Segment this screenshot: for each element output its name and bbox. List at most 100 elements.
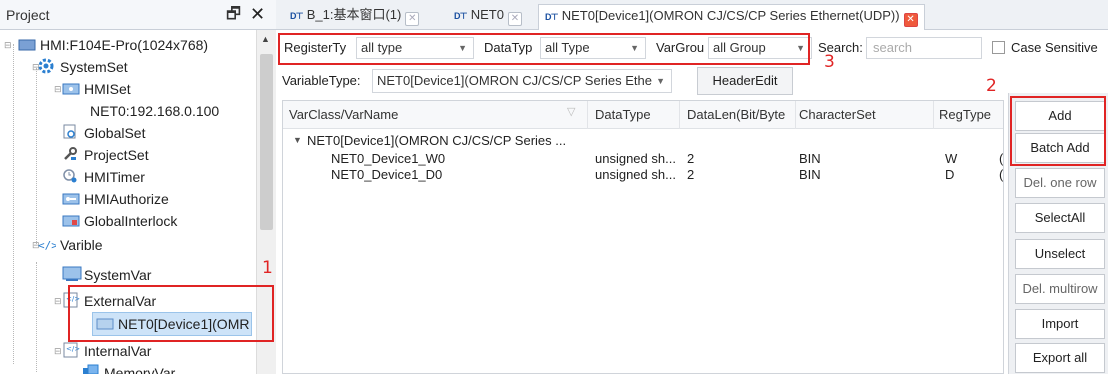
collapse-icon[interactable]: ⊟ — [54, 290, 62, 312]
column-header-datatype[interactable]: DataType — [595, 107, 651, 122]
import-button[interactable]: Import — [1015, 309, 1105, 339]
tree-item-globalinterlock[interactable]: GlobalInterlock — [62, 210, 177, 232]
column-header-varname[interactable]: VarClass/VarName — [289, 107, 398, 122]
cell-datalen: 2 — [687, 151, 695, 166]
group-row-label: NET0[Device1](OMRON CJ/CS/CP Series ... — [307, 133, 567, 148]
search-input[interactable]: search — [866, 37, 982, 59]
tree-guide-line — [36, 262, 37, 372]
tab-label: NET0[Device1](OMRON CJ/CS/CP Series Ethe… — [561, 8, 900, 23]
tree-item-label: NET0:192.168.0.100 — [90, 103, 220, 119]
tree-item-projectset[interactable]: ProjectSet — [62, 144, 149, 166]
project-panel-title: Project — [6, 7, 50, 23]
variable-type-label: VariableType: — [282, 73, 361, 88]
tree-guide-line — [13, 44, 14, 364]
grid-header: VarClass/VarName ▽ DataType DataLen(Bit/… — [283, 101, 1003, 129]
tree-item-systemset[interactable]: SystemSet — [38, 56, 128, 78]
delete-multirow-button[interactable]: Del. multirow — [1015, 274, 1105, 304]
tree-item-label: HMI:F104E-Pro(1024x768) — [40, 37, 209, 53]
tree-item-net0-ip[interactable]: NET0:192.168.0.100 — [90, 100, 219, 122]
document-tab-strip: D⊤ B_1:基本窗口(1) ✕ D⊤ NET0 ✕ D⊤ NET0[Device1](O… — [276, 0, 1108, 30]
cell-regtype: W — [945, 151, 958, 166]
delete-one-row-button[interactable]: Del. one row — [1015, 168, 1105, 198]
export-all-button[interactable]: Export all — [1015, 343, 1105, 373]
tree-item-label: Varible — [60, 237, 103, 253]
monitor-icon — [18, 36, 36, 51]
column-separator[interactable] — [587, 101, 588, 129]
tree-item-memoryvar[interactable]: MemoryVar — [82, 362, 175, 374]
gear-icon — [38, 58, 56, 74]
select-all-button[interactable]: SelectAll — [1015, 203, 1105, 233]
unselect-button[interactable]: Unselect — [1015, 239, 1105, 269]
float-panel-icon[interactable]: 🗗 — [226, 6, 244, 24]
annotation-number-2: 2 — [986, 76, 997, 96]
column-separator[interactable] — [679, 101, 680, 129]
variable-type-select[interactable]: NET0[Device1](OMRON CJ/CS/CP Series Ethe… — [372, 69, 672, 93]
tree-item-hmi-root[interactable]: HMI:F104E-Pro(1024x768) — [18, 34, 208, 56]
authorize-icon — [62, 190, 80, 205]
tab-net0[interactable]: D⊤ NET0 ✕ — [448, 4, 528, 28]
close-icon[interactable]: ✕ — [250, 5, 268, 23]
close-icon[interactable]: ✕ — [903, 13, 918, 27]
tree-item-globalset[interactable]: GlobalSet — [62, 122, 145, 144]
tree-item-label: MemoryVar — [104, 365, 176, 374]
close-icon[interactable]: ✕ — [507, 12, 522, 26]
variable-grid: VarClass/VarName ▽ DataType DataLen(Bit/… — [282, 100, 1004, 374]
cell-varname: NET0_Device1_D0 — [331, 167, 443, 182]
column-separator[interactable] — [933, 101, 934, 129]
cell-charset: BIN — [799, 167, 821, 182]
svg-text:</>: </> — [66, 345, 80, 353]
tree-item-label: SystemVar — [84, 267, 152, 283]
memory-var-icon — [82, 364, 100, 374]
sort-indicator-icon: ▽ — [567, 106, 576, 118]
code-icon: </> — [38, 236, 58, 252]
column-separator[interactable] — [795, 101, 796, 129]
cell-truncated: ( — [999, 167, 1004, 182]
tree-item-hmiauthorize[interactable]: HMIAuthorize — [62, 188, 169, 210]
tree-item-label: InternalVar — [84, 343, 152, 359]
tree-item-internalvar[interactable]: </> InternalVar — [62, 340, 151, 362]
column-header-datalen[interactable]: DataLen(Bit/Byte — [687, 107, 785, 122]
scroll-up-icon[interactable]: ▲ — [261, 34, 270, 44]
svg-text:</>: </> — [38, 239, 56, 252]
tree-item-hmiset[interactable]: HMISet — [62, 78, 131, 100]
interlock-icon — [62, 212, 80, 227]
tree-item-label: HMISet — [84, 81, 131, 97]
tree-item-systemvar[interactable]: SystemVar — [62, 264, 151, 286]
tab-net0-device1[interactable]: D⊤ NET0[Device1](OMRON CJ/CS/CP Series Et… — [538, 4, 925, 30]
tab-basic-window[interactable]: D⊤ B_1:基本窗口(1) ✕ — [284, 4, 425, 28]
wrench-icon — [62, 146, 80, 160]
tree-item-label: SystemSet — [60, 59, 128, 75]
timer-icon — [62, 168, 80, 183]
annotation-box-2 — [1010, 96, 1106, 166]
document-icon: D⊤ — [545, 12, 559, 22]
collapse-icon[interactable]: ⊟ — [54, 340, 62, 362]
column-header-regtype[interactable]: RegType — [939, 107, 991, 122]
column-header-charset[interactable]: CharacterSet — [799, 107, 876, 122]
variable-type-value: NET0[Device1](OMRON CJ/CS/CP Series Ethe — [377, 73, 652, 88]
collapse-icon[interactable]: ⊟ — [4, 34, 12, 56]
tree-item-varible[interactable]: </> Varible — [38, 234, 103, 256]
cell-regtype: D — [945, 167, 955, 182]
tree-item-label: GlobalSet — [84, 125, 146, 141]
annotation-box-3 — [278, 33, 810, 65]
tree-item-label: HMITimer — [84, 169, 145, 185]
tree-guide-line — [36, 68, 37, 244]
header-edit-button[interactable]: HeaderEdit — [697, 67, 793, 95]
close-icon[interactable]: ✕ — [405, 12, 420, 26]
variable-type-row: VariableType: NET0[Device1](OMRON CJ/CS/… — [276, 67, 996, 97]
tree-item-label: ProjectSet — [84, 147, 149, 163]
collapse-arrow-icon[interactable]: ▼ — [293, 135, 302, 145]
cell-datatype: unsigned sh... — [595, 151, 676, 166]
group-row[interactable]: ▼ NET0[Device1](OMRON CJ/CS/CP Series ..… — [283, 131, 1003, 151]
table-row[interactable]: NET0_Device1_D0 unsigned sh... 2 BIN D ( — [283, 165, 1004, 185]
case-sensitive-checkbox[interactable] — [992, 41, 1005, 54]
scrollbar-thumb[interactable] — [260, 54, 273, 230]
tree-item-hmitimer[interactable]: HMITimer — [62, 166, 145, 188]
collapse-icon[interactable]: ⊟ — [54, 78, 62, 100]
annotation-number-3: 3 — [824, 52, 835, 72]
annotation-number-1: 1 — [262, 258, 273, 278]
project-panel-header: Project 🗗 ✕ — [0, 0, 276, 30]
tree-item-label: GlobalInterlock — [84, 213, 178, 229]
system-var-icon — [62, 266, 82, 281]
case-sensitive-label: Case Sensitive — [1011, 40, 1098, 55]
